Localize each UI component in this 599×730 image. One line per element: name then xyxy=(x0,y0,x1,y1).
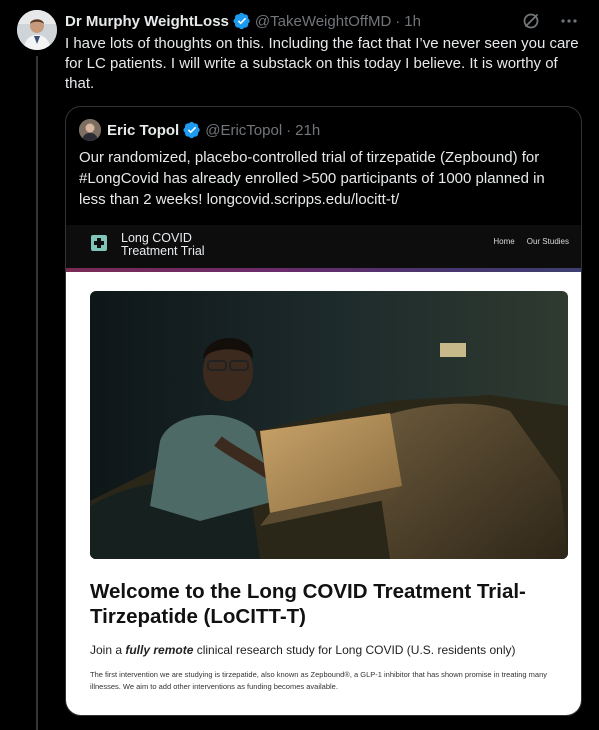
site-name-line2: Treatment Trial xyxy=(121,244,205,258)
accent-bar xyxy=(66,268,581,272)
link-preview-card[interactable]: Long COVID Treatment Trial Home Our Stud… xyxy=(66,225,581,715)
quoted-tweet-text: Our randomized, placebo-controlled trial… xyxy=(79,149,545,208)
grok-icon[interactable] xyxy=(521,11,541,31)
nav-our-studies-link[interactable]: Our Studies xyxy=(527,237,569,246)
quoted-avatar[interactable] xyxy=(79,119,101,141)
separator-dot: · xyxy=(395,12,401,30)
site-nav: Long COVID Treatment Trial Home Our Stud… xyxy=(66,225,581,268)
thread-line xyxy=(36,56,38,730)
separator-dot: · xyxy=(286,121,292,139)
avatar[interactable] xyxy=(17,10,57,50)
verified-badge-icon xyxy=(233,12,251,30)
tweet-text: I have lots of thoughts on this. Includi… xyxy=(65,35,579,92)
hero-image xyxy=(90,291,568,559)
subtitle-prefix: Join a xyxy=(90,643,126,657)
site-links: Home Our Studies xyxy=(493,237,569,246)
card-subtitle: Join a fully remote clinical research st… xyxy=(90,643,560,657)
header-actions xyxy=(521,11,579,31)
quoted-tweet-header: Eric Topol @EricTopol · 21h xyxy=(79,119,320,141)
author-name[interactable]: Dr Murphy WeightLoss xyxy=(65,13,229,30)
author-handle[interactable]: @TakeWeightOffMD xyxy=(255,13,391,30)
site-name: Long COVID Treatment Trial xyxy=(121,232,205,258)
card-body: The first intervention we are studying i… xyxy=(90,670,548,691)
nav-home-link[interactable]: Home xyxy=(493,237,514,246)
quoted-timestamp[interactable]: 21h xyxy=(295,122,320,139)
quoted-author-name[interactable]: Eric Topol xyxy=(107,122,179,139)
subtitle-suffix: clinical research study for Long COVID (… xyxy=(193,643,516,657)
verified-badge-icon xyxy=(183,121,201,139)
tweet-header: Dr Murphy WeightLoss @TakeWeightOffMD · … xyxy=(65,11,579,31)
quoted-tweet[interactable]: Eric Topol @EricTopol · 21h Our randomiz… xyxy=(65,106,582,716)
cross-logo-icon xyxy=(91,235,107,251)
subtitle-emphasis: fully remote xyxy=(125,643,194,657)
more-icon[interactable] xyxy=(559,11,579,31)
timestamp[interactable]: 1h xyxy=(404,13,421,30)
card-title: Welcome to the Long COVID Treatment Tria… xyxy=(90,580,526,628)
quoted-author-handle[interactable]: @EricTopol xyxy=(205,122,282,139)
